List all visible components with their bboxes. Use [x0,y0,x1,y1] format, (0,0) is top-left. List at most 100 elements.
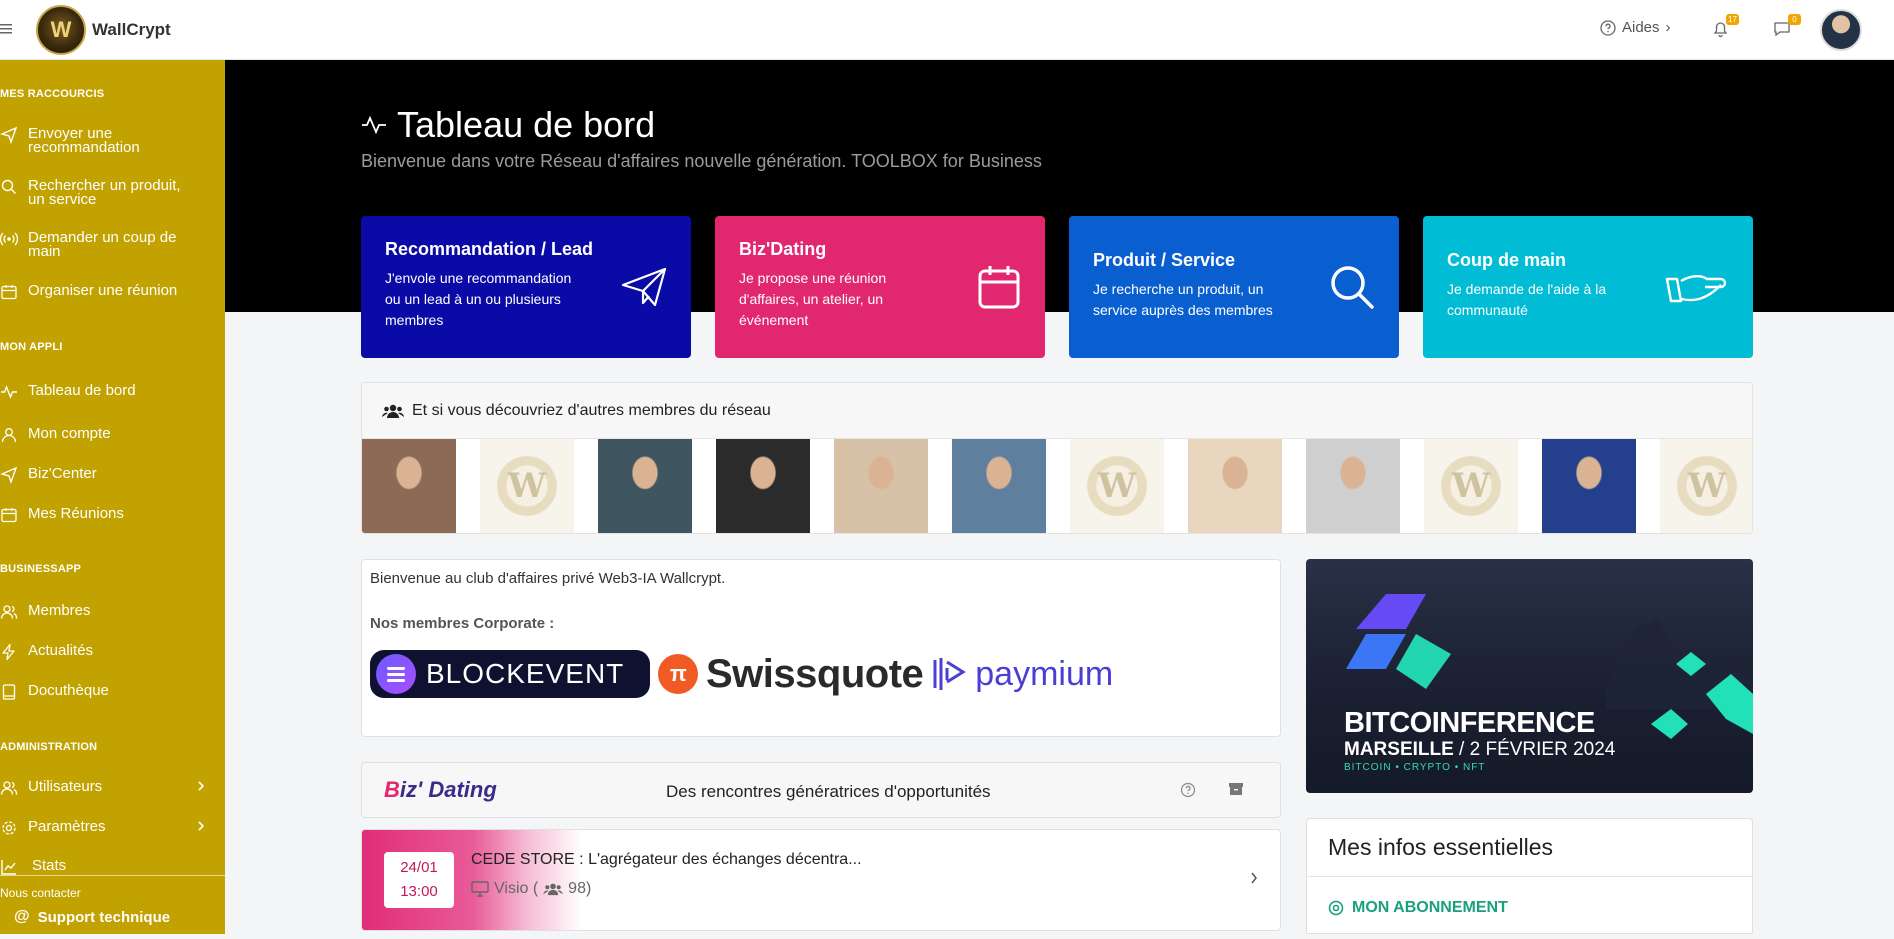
member-avatar[interactable] [1542,439,1636,533]
brand-name[interactable]: WallCrypt [92,20,171,40]
member-avatar-club-logo[interactable]: W [1424,439,1518,533]
swissquote-icon: π [658,654,698,694]
users-icon [0,605,18,619]
section-administration: ADMINISTRATION [0,741,98,753]
user-avatar[interactable] [1820,9,1862,51]
card-recommendation[interactable]: Recommandation / Lead J'envole une recom… [361,216,691,358]
member-avatar-club-logo[interactable]: W [1070,439,1164,533]
search-icon [1,179,16,194]
page-subtitle: Bienvenue dans votre Réseau d'affaires n… [361,151,1042,171]
sidebar: MES RACCOURCIS Envoyer une recommandatio… [0,60,225,934]
wallcrypt-logo[interactable]: W [36,5,86,55]
sidebar-item-my-account[interactable]: Mon compte [0,425,220,444]
corporate-label: Nos membres Corporate : [370,615,555,632]
banner-title: BITCOINFERENCE [1344,707,1595,739]
paper-plane-icon [0,126,18,144]
member-avatar[interactable] [362,439,456,533]
paper-plane-icon [0,466,18,484]
sidebar-item-label: Mes Réunions [28,505,124,522]
event-date: 24/01 [400,859,438,876]
users-icon [0,781,18,795]
help-link[interactable]: Aides › [1600,19,1671,36]
question-circle-icon[interactable] [1180,782,1196,798]
sidebar-item-members[interactable]: Membres [0,603,220,621]
members-discovery-panel: Et si vous découvriez d'autres membres d… [361,382,1753,534]
paymium-logo[interactable]: paymium [931,654,1113,694]
member-avatar[interactable] [834,439,928,533]
card-text: Je demande de l'aide à la communauté [1447,281,1607,318]
card-title: Recommandation / Lead [385,239,594,259]
paymium-wordmark: paymium [975,654,1114,693]
sidebar-item-label: Paramètres [28,818,106,835]
event-list-item[interactable]: 24/01 13:00 CEDE STORE : L'agrégateur de… [361,829,1281,931]
archive-icon[interactable] [1228,781,1244,797]
corporate-logos: BLOCKEVENT π Swissquote paymium [370,650,1272,698]
member-avatar-club-logo[interactable]: W [1660,439,1752,533]
at-sign-icon: @ [14,908,30,925]
member-avatar[interactable] [716,439,810,533]
hamburger-menu-icon[interactable] [0,22,14,36]
sidebar-item-ask-help[interactable]: Demander un coup de main [0,229,220,260]
event-title: CEDE STORE : L'agrégateur des échanges d… [471,851,862,868]
swissquote-logo[interactable]: π Swissquote [658,651,924,697]
users-icon [382,404,404,418]
calendar-icon [978,266,1020,309]
sidebar-item-label: Envoyer une recommandation [28,125,140,156]
question-circle-icon [1600,19,1616,36]
chevron-right-icon [198,821,205,831]
sidebar-item-users[interactable]: Utilisateurs [0,779,220,797]
sidebar-item-stats[interactable]: Stats [0,858,220,876]
member-avatar-club-logo[interactable]: W [480,439,574,533]
page-title-text: Tableau de bord [397,104,656,145]
sidebar-item-settings[interactable]: Paramètres [0,818,220,837]
activity-icon [1,385,17,399]
lightning-icon [2,643,15,661]
notifications-button[interactable]: 17 [1712,14,1739,38]
sidebar-item-news[interactable]: Actualités [0,643,220,661]
banner-tags: BITCOIN • CRYPTO • NFT [1344,762,1486,773]
chevron-right-icon [198,781,205,791]
sidebar-item-label: Mon compte [28,425,111,442]
search-icon [1331,266,1374,309]
card-biz-dating[interactable]: Biz'Dating Je propose une réunion d'affa… [715,216,1045,358]
member-avatar[interactable] [952,439,1046,533]
help-label: Aides [1622,19,1660,36]
section-businessapp: BUSINESSAPP [0,563,82,575]
member-avatars: WWWW [362,439,1752,533]
support-link[interactable]: @ Support technique [0,908,225,926]
event-participants: 98) [568,880,592,897]
notifications-badge: 17 [1726,14,1739,25]
blockevent-icon [376,654,416,694]
paper-plane-icon [621,267,667,307]
card-product-service[interactable]: Produit / Service Je recherche un produi… [1069,216,1399,358]
member-avatar[interactable] [1188,439,1282,533]
member-avatar[interactable] [1306,439,1400,533]
sidebar-item-biz-center[interactable]: Biz'Center [0,466,220,484]
swissquote-wordmark: Swissquote [706,651,924,696]
sidebar-item-send-recommendation[interactable]: Envoyer une recommandation [0,125,220,156]
sidebar-item-search-product[interactable]: Rechercher un produit, un service [0,178,220,207]
biz-dating-panel-header: Biz' Dating Des rencontres génératrices … [361,762,1281,818]
event-mode: Visio ( [494,880,539,897]
sidebar-item-my-meetings[interactable]: Mes Réunions [0,505,220,524]
sidebar-item-dashboard[interactable]: Tableau de bord [0,383,220,401]
subscription-link[interactable]: MON ABONNEMENT [1307,877,1752,939]
biz-dating-tagline: Des rencontres génératrices d'opportunit… [666,782,991,801]
sidebar-item-label: Demander un coup de main [28,229,177,260]
activity-icon [362,115,386,135]
blockevent-logo[interactable]: BLOCKEVENT [370,650,650,698]
card-text: Je propose une réunion d'affaires, un at… [739,270,887,328]
sidebar-item-docutheque[interactable]: Docuthèque [0,683,220,701]
card-title: Coup de main [1447,250,1567,270]
member-avatar[interactable] [598,439,692,533]
messages-badge: 0 [1788,14,1801,25]
event-meta: Visio ( 98) [471,880,591,898]
messages-button[interactable]: 0 [1773,14,1801,38]
sidebar-item-organize-meeting[interactable]: Organiser une réunion [0,283,220,301]
card-text: Je recherche un produit, un service aupr… [1093,281,1273,318]
users-icon [543,883,563,896]
event-date-badge: 24/01 13:00 [384,852,454,908]
support-label: Support technique [37,908,171,926]
bitcoinference-banner[interactable]: BITCOINFERENCE MARSEILLE / 2 FÉVRIER 202… [1306,559,1753,793]
card-helping-hand[interactable]: Coup de main Je demande de l'aide à la c… [1423,216,1753,358]
